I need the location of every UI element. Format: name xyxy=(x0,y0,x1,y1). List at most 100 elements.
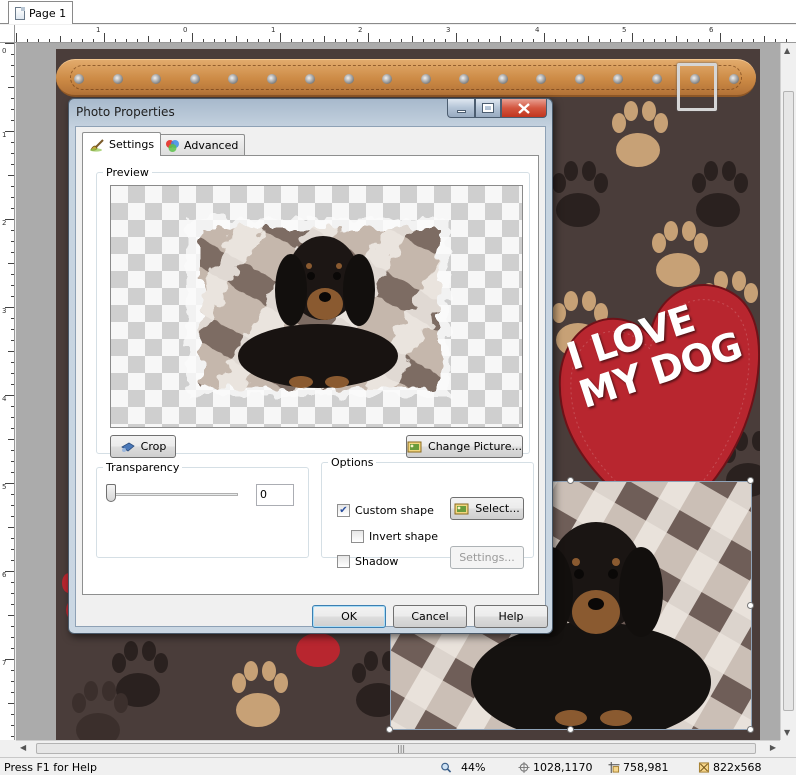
ruler-tick xyxy=(16,33,17,42)
shadow-checkbox[interactable]: Shadow xyxy=(337,555,398,568)
ruler-tick xyxy=(280,33,281,42)
ruler-tick xyxy=(11,560,14,561)
close-button[interactable] xyxy=(501,99,547,118)
ruler-tick xyxy=(643,39,644,42)
ruler-tick xyxy=(610,39,611,42)
paw-toe xyxy=(114,693,128,713)
ruler-tick xyxy=(11,516,14,517)
help-button[interactable]: Help xyxy=(474,605,548,628)
ruler-tick xyxy=(11,197,14,198)
resize-handle[interactable] xyxy=(747,726,754,733)
paw-toe xyxy=(84,681,98,701)
ruler-number: 2 xyxy=(358,26,363,34)
leather-collar-strap[interactable] xyxy=(56,59,756,111)
resize-handle[interactable] xyxy=(386,726,393,733)
ruler-number: 2 xyxy=(2,219,7,227)
ruler-tick xyxy=(489,39,490,42)
ruler-tick xyxy=(401,39,402,42)
ruler-tick xyxy=(11,65,14,66)
paw-toe xyxy=(654,113,668,133)
ruler-tick xyxy=(11,725,14,726)
scroll-left-arrow-icon[interactable]: ◀ xyxy=(20,743,26,752)
shadow-check-box[interactable] xyxy=(337,555,350,568)
select-shape-button[interactable]: Select... xyxy=(450,497,524,520)
ruler-tick xyxy=(478,39,479,42)
ruler-tick xyxy=(11,241,14,242)
tab-advanced[interactable]: Advanced xyxy=(158,134,246,156)
maximize-button[interactable] xyxy=(475,99,501,118)
paw-toe xyxy=(124,641,138,661)
horizontal-scroll-thumb[interactable]: ||| xyxy=(36,743,756,754)
photo-properties-dialog[interactable]: Photo Properties Settings Advanced Previ… xyxy=(68,98,553,634)
ruler-tick xyxy=(137,39,138,42)
document-tab-strip: Page 1 xyxy=(0,0,796,24)
resize-handle[interactable] xyxy=(747,477,754,484)
vertical-scroll-thumb[interactable] xyxy=(783,91,794,711)
ruler-tick xyxy=(71,39,72,42)
invert-shape-checkbox[interactable]: Invert shape xyxy=(351,530,438,543)
ruler-tick xyxy=(11,54,14,55)
transparency-slider-thumb[interactable] xyxy=(106,484,116,502)
invert-shape-check-box[interactable] xyxy=(351,530,364,543)
crop-button-label: Crop xyxy=(140,440,167,453)
minimize-button[interactable] xyxy=(447,99,475,118)
ruler-tick xyxy=(115,39,116,42)
horizontal-scrollbar[interactable]: ◀ ||| ▶ xyxy=(16,740,780,756)
ruler-tick xyxy=(11,384,14,385)
ruler-tick xyxy=(11,692,14,693)
page-tab[interactable]: Page 1 xyxy=(8,1,74,24)
ruler-tick xyxy=(269,39,270,42)
ruler-tick xyxy=(544,33,545,42)
scroll-grip-icon: ||| xyxy=(397,744,406,753)
change-picture-button[interactable]: Change Picture... xyxy=(406,435,523,458)
preview-image xyxy=(187,218,449,396)
ruler-tick xyxy=(621,39,622,42)
paw-pad xyxy=(616,133,660,167)
ruler-tick xyxy=(8,87,14,88)
scroll-right-arrow-icon[interactable]: ▶ xyxy=(770,743,776,752)
ruler-tick xyxy=(203,39,204,42)
ruler-tick xyxy=(11,98,14,99)
status-cursor-position: 1028,1170 xyxy=(518,761,593,774)
paw-toe xyxy=(564,161,578,181)
paw-toe xyxy=(232,673,246,693)
ruler-tick xyxy=(555,39,556,42)
transparency-slider-track[interactable] xyxy=(110,493,238,496)
preview-canvas xyxy=(110,185,523,428)
tab-settings[interactable]: Settings xyxy=(82,132,162,156)
ruler-number: 1 xyxy=(2,131,7,139)
ruler-number: 6 xyxy=(709,26,714,34)
resize-handle[interactable] xyxy=(747,601,754,609)
ok-button[interactable]: OK xyxy=(312,605,386,628)
ruler-tick xyxy=(11,472,14,473)
custom-shape-checkbox[interactable]: ✔ Custom shape xyxy=(337,504,434,517)
resize-handle[interactable] xyxy=(566,477,574,484)
ruler-tick xyxy=(11,318,14,319)
crop-button[interactable]: Crop xyxy=(110,435,176,458)
custom-shape-check-box[interactable]: ✔ xyxy=(337,504,350,517)
ruler-tick xyxy=(731,39,732,42)
strap-grommet xyxy=(536,74,546,84)
shadow-settings-button[interactable]: Settings... xyxy=(450,546,524,569)
crop-icon xyxy=(120,442,135,452)
paw-toe xyxy=(72,693,86,713)
ruler-tick xyxy=(11,164,14,165)
shadow-settings-button-label: Settings... xyxy=(459,551,515,564)
cancel-button-label: Cancel xyxy=(411,610,449,623)
ruler-tick xyxy=(368,33,369,42)
scroll-down-arrow-icon[interactable]: ▼ xyxy=(784,728,790,737)
transparency-value-input[interactable]: 0 xyxy=(256,484,294,506)
ruler-tick xyxy=(11,582,14,583)
ruler-tick xyxy=(49,39,50,42)
ruler-tick xyxy=(467,39,468,42)
status-zoom[interactable]: 44% xyxy=(440,761,485,774)
ruler-tick xyxy=(654,39,655,42)
vertical-scrollbar[interactable]: ▲ ▼ xyxy=(780,43,796,740)
ruler-number: 3 xyxy=(2,307,7,315)
ruler-tick xyxy=(5,43,14,44)
scroll-up-arrow-icon[interactable]: ▲ xyxy=(784,46,790,55)
resize-handle[interactable] xyxy=(566,726,574,733)
strap-grommet xyxy=(343,74,354,84)
ruler-tick xyxy=(566,39,567,42)
cancel-button[interactable]: Cancel xyxy=(393,605,467,628)
